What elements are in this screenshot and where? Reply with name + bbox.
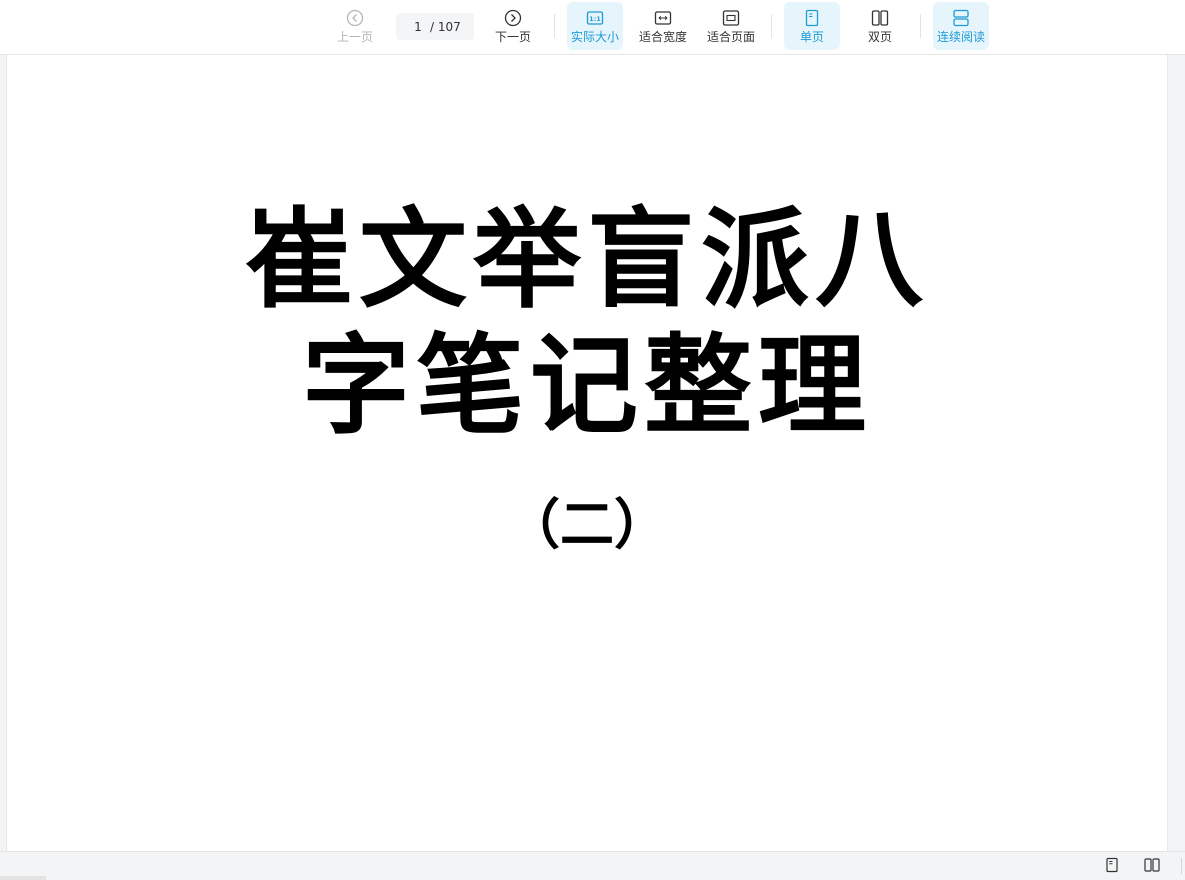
continuous-scroll-icon xyxy=(953,9,969,27)
fit-page-label: 适合页面 xyxy=(706,30,755,44)
fit-width-icon xyxy=(654,11,672,25)
document-title-line-2: 字笔记整理 xyxy=(301,324,872,449)
double-page-icon xyxy=(871,10,889,26)
page-indicator: 1 / 107 xyxy=(396,13,474,40)
prev-page-button[interactable]: 上一页 xyxy=(334,2,376,50)
next-page-button[interactable]: 下一页 xyxy=(492,2,534,50)
single-page-view-icon[interactable] xyxy=(1104,857,1120,873)
actual-size-icon-text: 1:1 xyxy=(589,15,601,23)
single-page-label: 单页 xyxy=(799,30,824,44)
toolbar: 上一页 1 / 107 下一页 1:1 实际大小 适合宽度 适合页面 单页 双页… xyxy=(0,0,1185,55)
continuous-reading-label: 连续阅读 xyxy=(936,30,985,44)
double-page-view-icon[interactable] xyxy=(1144,857,1160,873)
horizontal-scrollbar[interactable] xyxy=(0,876,46,880)
status-bar-divider xyxy=(1181,858,1182,874)
fit-page-icon xyxy=(722,10,740,26)
chevron-right-circle-icon xyxy=(504,9,522,27)
toolbar-divider xyxy=(920,14,921,38)
actual-size-label: 实际大小 xyxy=(570,30,619,44)
continuous-reading-button[interactable]: 连续阅读 xyxy=(933,2,989,50)
fit-page-button[interactable]: 适合页面 xyxy=(703,2,759,50)
toolbar-divider xyxy=(771,14,772,38)
actual-size-button[interactable]: 1:1 实际大小 xyxy=(567,2,623,50)
document-page: 崔文举盲派八 字笔记整理 （二） xyxy=(6,55,1168,851)
fit-width-label: 适合宽度 xyxy=(638,30,687,44)
prev-page-label: 上一页 xyxy=(336,30,373,44)
next-page-label: 下一页 xyxy=(494,30,531,44)
actual-size-icon: 1:1 xyxy=(586,11,604,25)
single-page-button[interactable]: 单页 xyxy=(784,2,840,50)
document-subtitle: （二） xyxy=(506,493,668,556)
double-page-button[interactable]: 双页 xyxy=(852,2,908,50)
fit-width-button[interactable]: 适合宽度 xyxy=(635,2,691,50)
status-bar xyxy=(0,851,1185,880)
document-title-line-1: 崔文举盲派八 xyxy=(244,198,929,323)
double-page-label: 双页 xyxy=(867,30,892,44)
toolbar-divider xyxy=(554,14,555,38)
single-page-icon xyxy=(805,9,819,27)
page-total: / 107 xyxy=(430,19,461,34)
chevron-left-circle-icon xyxy=(346,9,364,27)
